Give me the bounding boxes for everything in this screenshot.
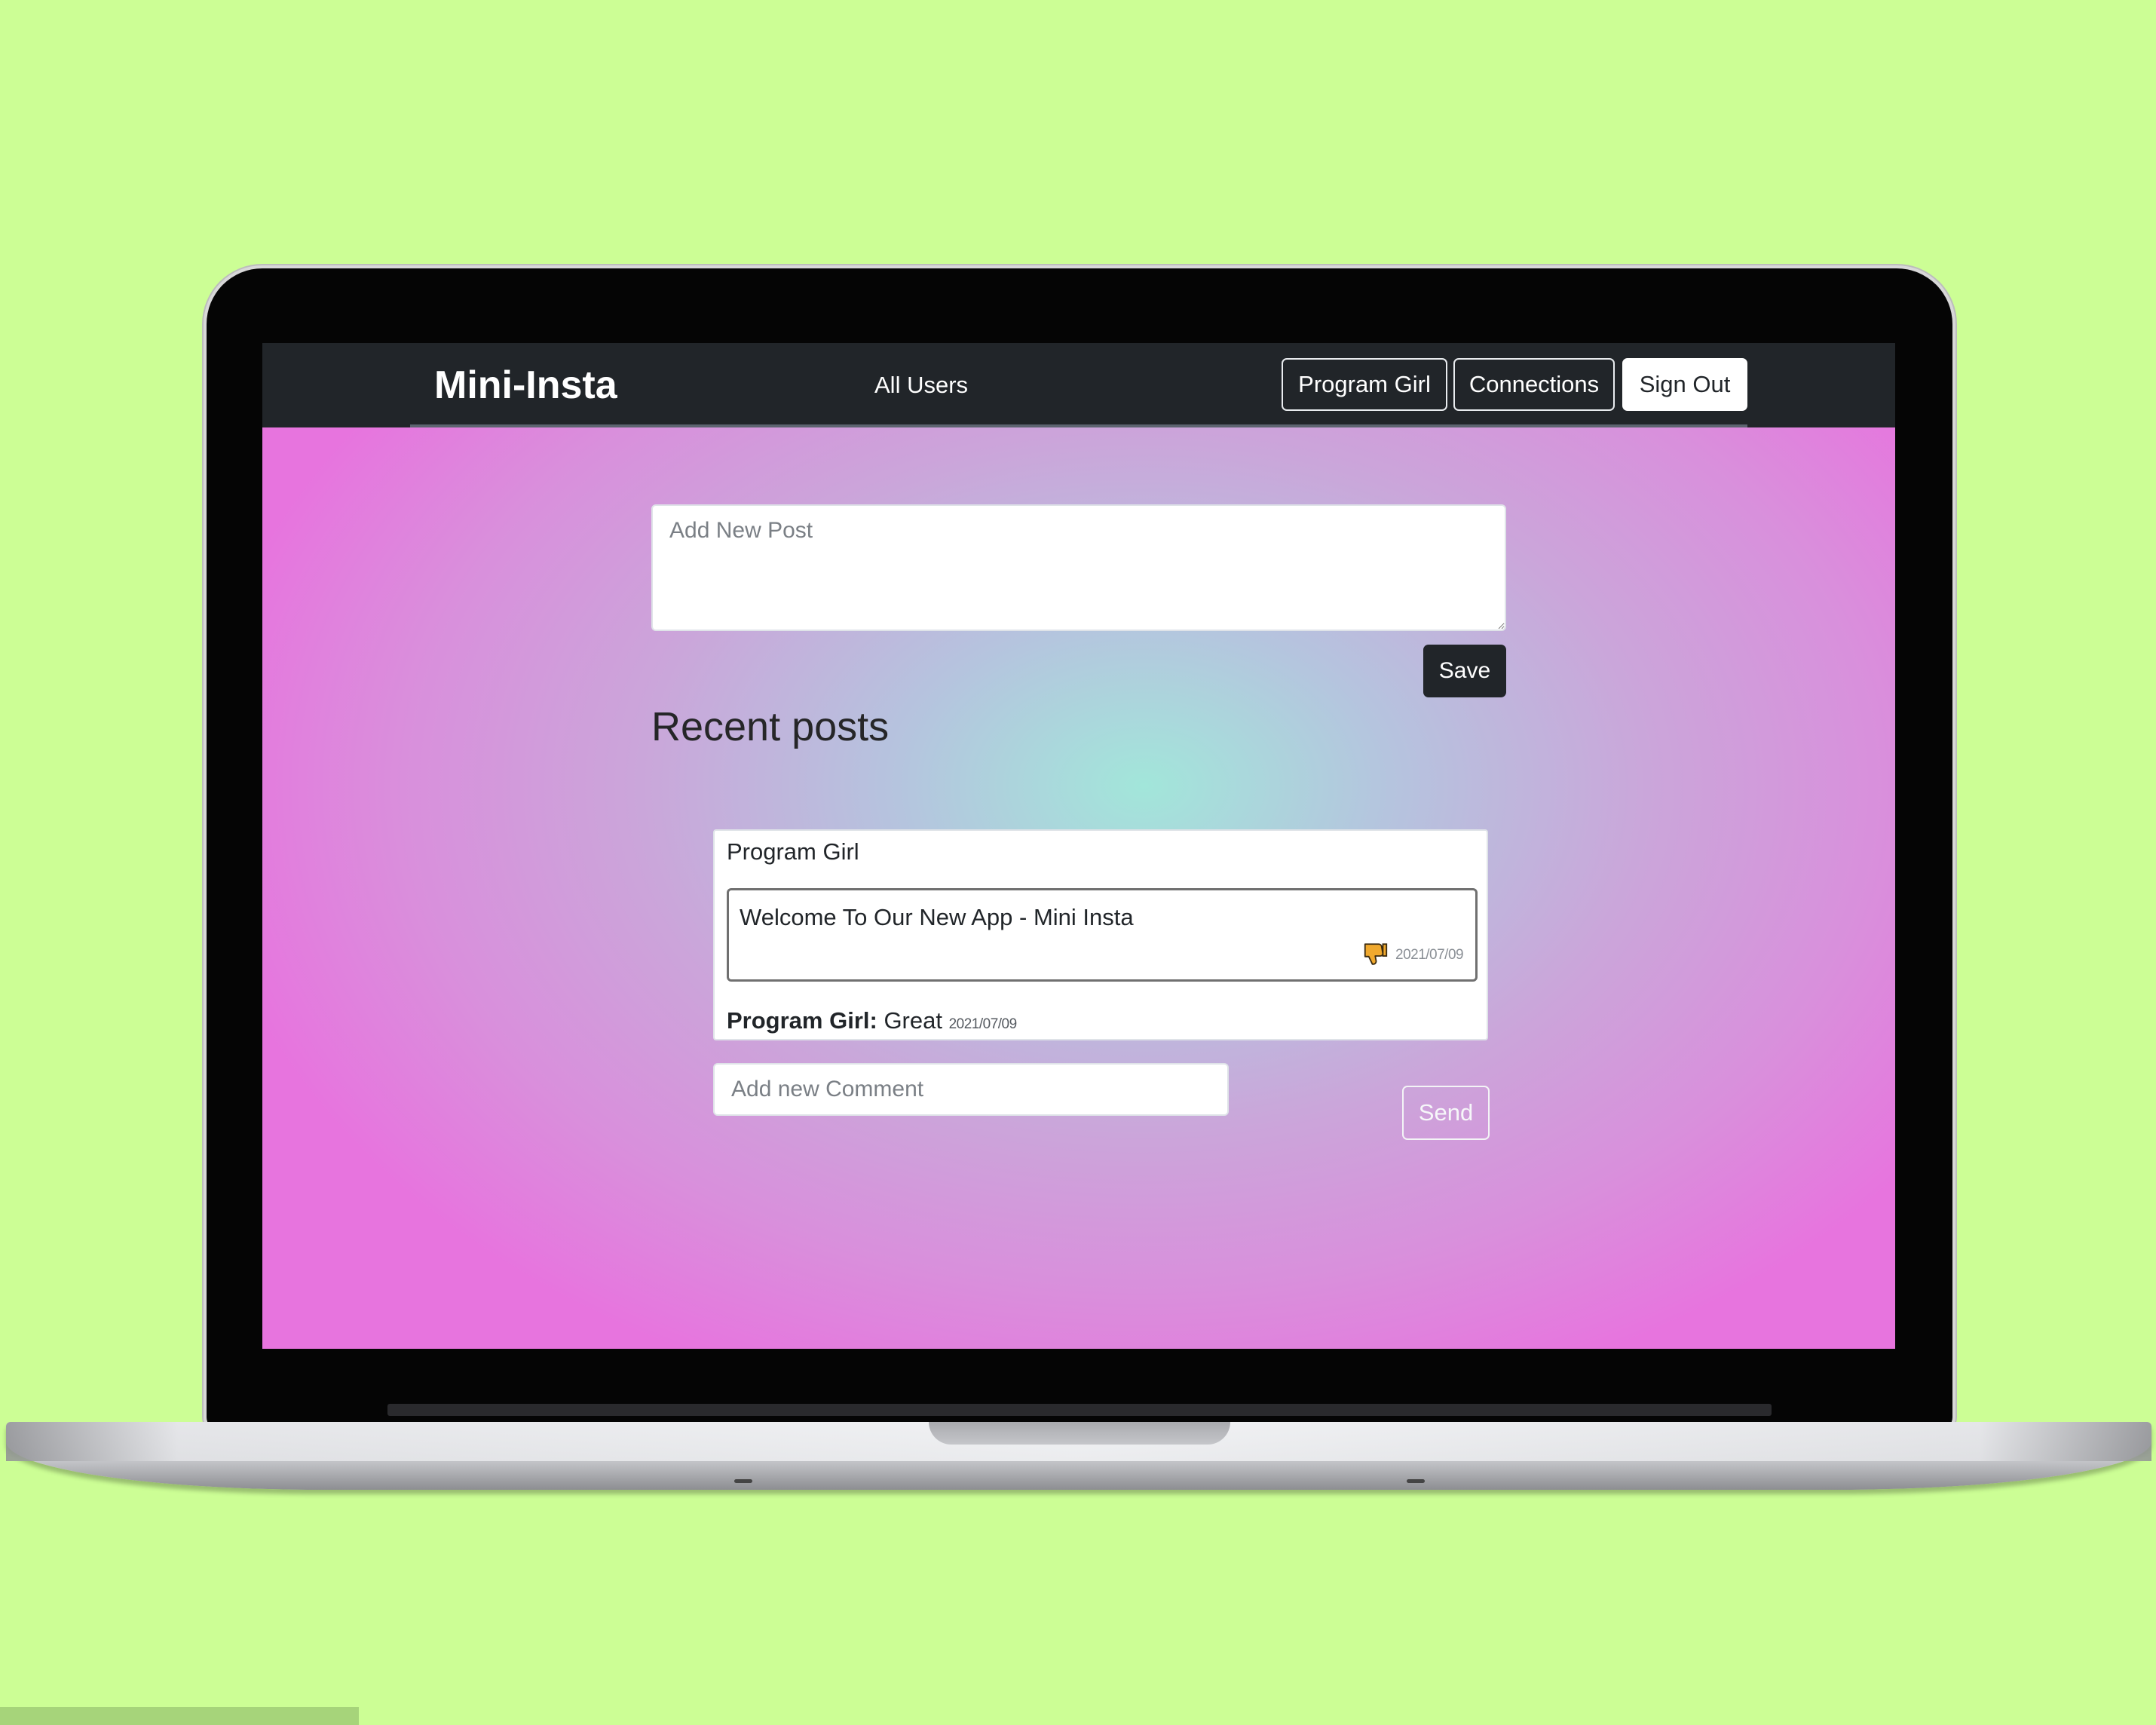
laptop-notch [929, 1422, 1230, 1445]
sign-out-button[interactable]: Sign Out [1622, 358, 1747, 411]
navbar-divider [410, 424, 1747, 427]
post-body: Welcome To Our New App - Mini Insta 2021… [727, 888, 1478, 982]
post-card: Program Girl Welcome To Our New App - Mi… [713, 829, 1488, 1040]
connections-button[interactable]: Connections [1453, 358, 1615, 411]
profile-button[interactable]: Program Girl [1282, 358, 1447, 411]
comment-text: Great [877, 1007, 949, 1034]
comment: Program Girl: Great 2021/07/09 [727, 1006, 1017, 1040]
new-comment-input[interactable] [713, 1063, 1229, 1116]
send-comment-button[interactable]: Send [1402, 1086, 1490, 1140]
brand-logo[interactable]: Mini-Insta [434, 364, 617, 406]
laptop-foot [1407, 1479, 1425, 1483]
navbar: Mini-Insta All Users Program Girl Connec… [262, 343, 1895, 427]
laptop-hinge-strip [387, 1404, 1772, 1416]
new-post-textarea[interactable] [651, 504, 1506, 631]
save-post-button[interactable]: Save [1423, 645, 1506, 697]
laptop-foot [734, 1479, 752, 1483]
comment-author[interactable]: Program Girl: [727, 1007, 877, 1034]
post-date: 2021/07/09 [1395, 947, 1464, 963]
post-author[interactable]: Program Girl [727, 837, 859, 867]
recent-posts-heading: Recent posts [651, 704, 890, 749]
nav-link-all-users[interactable]: All Users [874, 370, 968, 400]
corner-bar [0, 1707, 359, 1725]
app-screen: Mini-Insta All Users Program Girl Connec… [262, 343, 1895, 1349]
post-text: Welcome To Our New App - Mini Insta [740, 904, 1134, 930]
mockup-stage: Mini-Insta All Users Program Girl Connec… [0, 0, 2156, 1725]
thumbs-down-icon[interactable] [1362, 940, 1389, 967]
comment-date: 2021/07/09 [948, 1016, 1018, 1032]
